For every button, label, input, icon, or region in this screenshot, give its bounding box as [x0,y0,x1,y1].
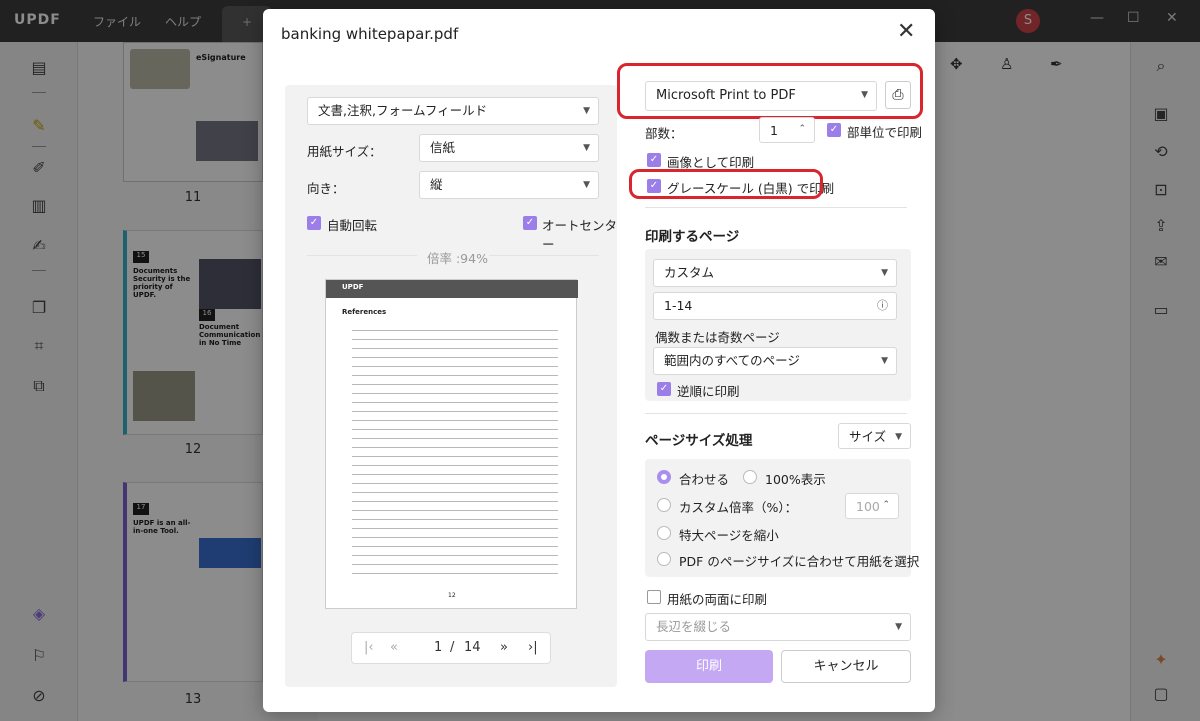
shrink-label: 特大ページを縮小 [679,528,779,543]
binding-select[interactable]: 長辺を綴じる ▼ [645,613,911,641]
auto-rotate-checkbox[interactable]: ✓ [307,216,321,230]
printer-highlight [617,63,923,119]
dialog-title: banking whitepapar.pdf [281,25,459,43]
auto-rotate-label: 自動回転 [327,218,378,233]
total-pages: 14 [464,640,481,655]
size-mode-select[interactable]: サイズ ▼ [838,423,911,449]
orientation-label: 向き： [307,181,345,196]
odd-even-select[interactable]: 範囲内のすべてのページ ▼ [653,347,897,375]
next-page-button[interactable]: » [500,640,508,655]
preview-heading: References [342,308,387,316]
paper-size-select[interactable]: 信紙 ▼ [419,134,599,162]
collate-label: 部単位で印刷 [847,125,923,140]
print-dialog: banking whitepapar.pdf ✕ 文書,注釈,フォームフィールド… [263,9,935,712]
reverse-checkbox[interactable]: ✓ [657,382,671,396]
fit-label: 合わせる [679,472,730,487]
pages-section-title: 印刷するページ [645,229,740,245]
page-navigator: |‹ « 1 / 14 » ›| [351,632,551,664]
content-select[interactable]: 文書,注釈,フォームフィールド ▼ [307,97,599,125]
pdf-size-radio[interactable] [657,552,671,566]
custom-scale-label: カスタム倍率（%）： [679,500,798,515]
actual-size-radio[interactable] [743,470,757,484]
last-page-button[interactable]: ›| [528,640,538,655]
auto-center-checkbox[interactable]: ✓ [523,216,537,230]
print-as-image-checkbox[interactable]: ✓ [647,153,661,167]
close-icon[interactable]: ✕ [897,19,915,44]
auto-center-label: オートセンター [542,218,618,252]
custom-scale-input[interactable]: 100 ⌃ [845,493,899,519]
collate-checkbox[interactable]: ✓ [827,123,841,137]
shrink-radio[interactable] [657,526,671,540]
size-section-title: ページサイズ処理 [645,433,753,449]
pages-mode-select[interactable]: カスタム ▼ [653,259,897,287]
zoom-label: 倍率 :94% [427,251,488,266]
preview-page-number: 12 [448,592,456,599]
grayscale-highlight [629,169,823,199]
duplex-checkbox[interactable] [647,590,661,604]
fit-radio[interactable] [657,470,671,484]
page-separator: / [450,640,455,655]
page-range-input[interactable]: 1-14 ⓘ [653,292,897,320]
prev-page-button[interactable]: « [390,640,398,655]
copies-stepper[interactable]: 1 ⌃ [759,117,815,143]
orientation-select[interactable]: 縦 ▼ [419,171,599,199]
paper-size-label: 用紙サイズ： [307,144,382,159]
print-button[interactable]: 印刷 [645,650,773,683]
cancel-button[interactable]: キャンセル [781,650,911,683]
copies-label: 部数： [645,126,683,141]
first-page-button[interactable]: |‹ [364,640,374,655]
preview-logo: UPDF [342,283,364,291]
duplex-label: 用紙の両面に印刷 [667,592,768,607]
actual-size-label: 100%表示 [765,472,826,487]
pdf-size-label: PDF のページサイズに合わせて用紙を選択 [679,554,920,569]
reverse-label: 逆順に印刷 [677,384,740,399]
page-preview: UPDF References 12 [325,279,578,609]
print-settings-left: 文書,注釈,フォームフィールド ▼ 用紙サイズ： 信紙 ▼ 向き： 縦 ▼ ✓ 自動回… [285,85,617,687]
odd-even-label: 偶数または奇数ページ [655,330,780,345]
current-page-input[interactable]: 1 [434,640,442,655]
custom-scale-radio[interactable] [657,498,671,512]
